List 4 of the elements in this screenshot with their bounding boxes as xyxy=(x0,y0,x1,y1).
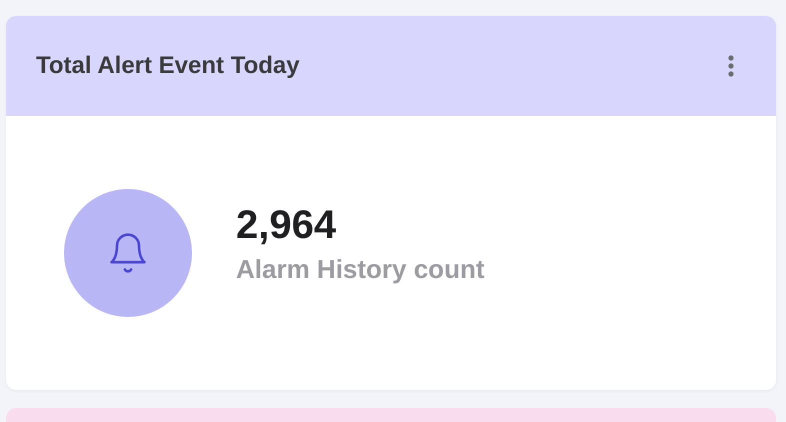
count-value: 2,964 xyxy=(236,203,338,248)
more-icon[interactable] xyxy=(728,55,734,77)
count-label: Alarm History count xyxy=(236,254,484,285)
card-title: Total Alert Event Today xyxy=(36,52,300,80)
